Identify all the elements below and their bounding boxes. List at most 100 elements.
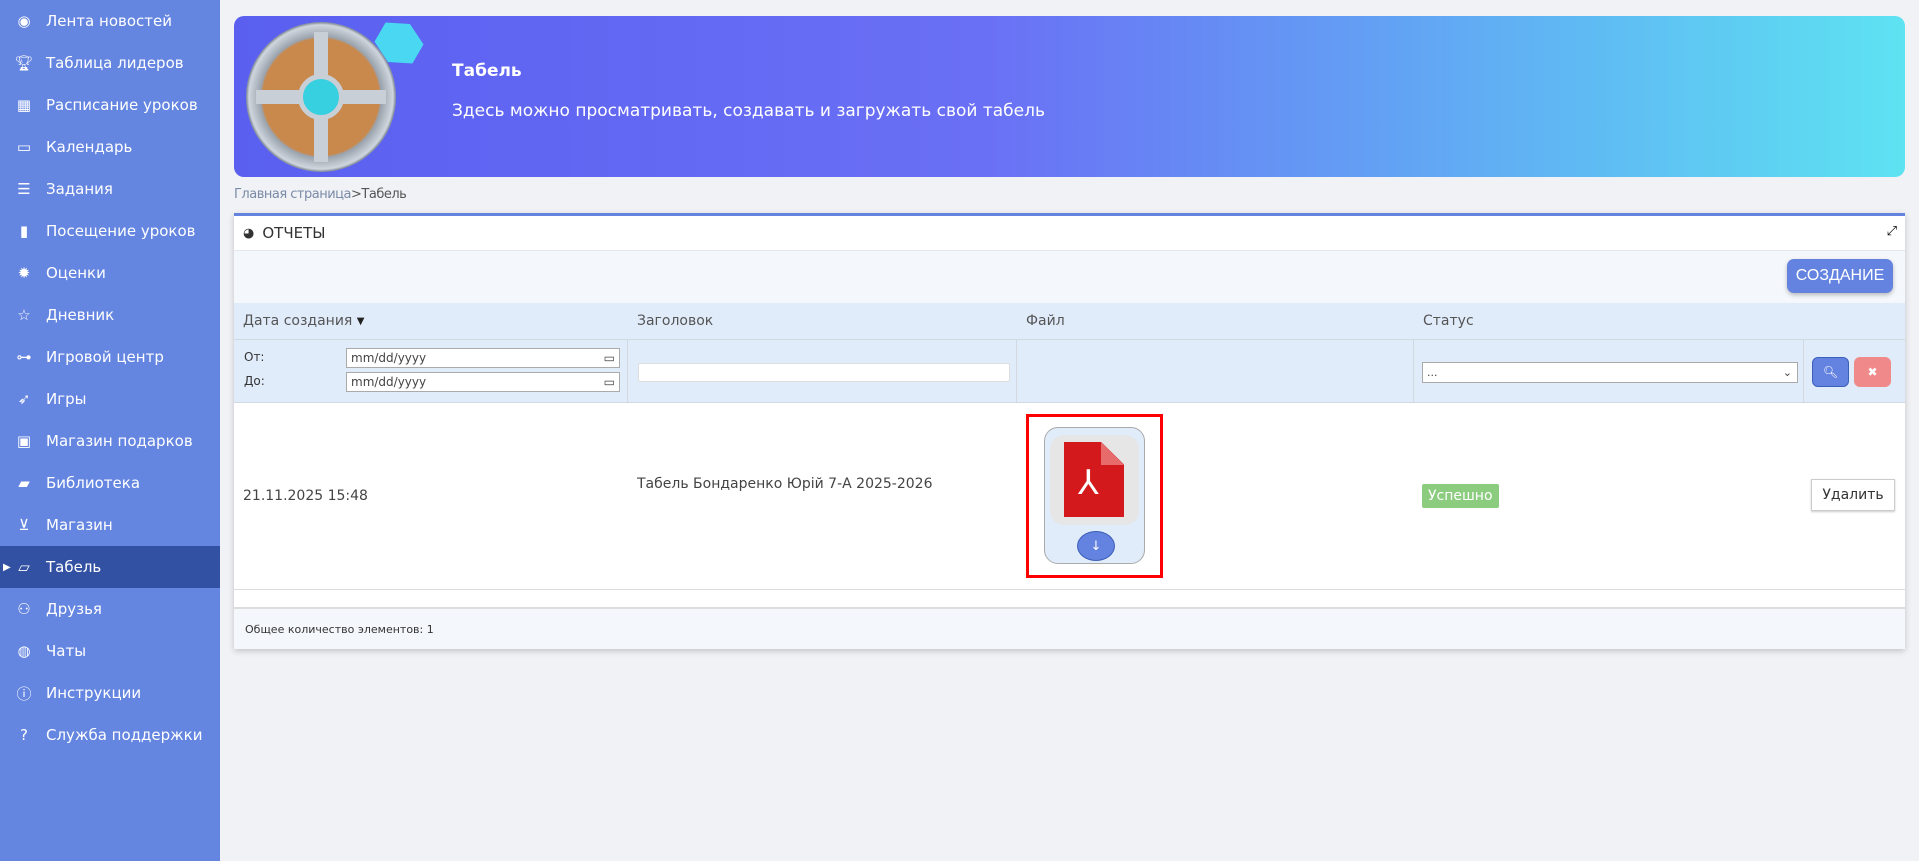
sidebar-item-label: Чаты xyxy=(46,642,86,660)
rocket-icon: ➶ xyxy=(12,390,36,408)
sidebar-item[interactable]: 🏆︎ Таблица лидеров xyxy=(0,42,220,84)
sidebar-item[interactable]: ▮ Посещение уроков xyxy=(0,210,220,252)
download-button[interactable]: ↓ xyxy=(1077,531,1115,561)
users-icon: ⚇ xyxy=(12,600,36,618)
calendar-icon[interactable]: ▭ xyxy=(604,351,615,365)
sidebar-item[interactable]: ◉ Лента новостей xyxy=(0,0,220,42)
panel-title: ОТЧЕТЫ xyxy=(262,224,325,242)
close-icon: ✖ xyxy=(1867,365,1877,379)
row-date: 21.11.2025 15:48 xyxy=(243,403,368,589)
sidebar-item[interactable]: ▰ Библиотека xyxy=(0,462,220,504)
sidebar-item-label: Посещение уроков xyxy=(46,222,196,240)
sidebar-item[interactable]: ⓘ Инструкции xyxy=(0,672,220,714)
calendar-icon: ▭ xyxy=(12,138,36,156)
expand-icon[interactable]: ⤢ xyxy=(1887,224,1897,239)
sidebar-item-label: Дневник xyxy=(46,306,114,324)
banner-subtitle: Здесь можно просматривать, создавать и з… xyxy=(452,101,1045,121)
banner-title: Табель xyxy=(452,61,522,81)
arrow-down-icon: ↓ xyxy=(1091,539,1102,554)
chat-icon: ◍ xyxy=(12,642,36,660)
sidebar: ◉ Лента новостей 🏆︎ Таблица лидеров ▦ Расписа… xyxy=(0,0,220,861)
sidebar-item[interactable]: ☰ Задания xyxy=(0,168,220,210)
breadcrumb: Главная страница>Табель xyxy=(234,187,406,202)
date-to-input[interactable]: mm/dd/yyyy▭ xyxy=(346,372,620,392)
file-icon: ▮ xyxy=(12,222,36,240)
star-icon: ☆ xyxy=(12,306,36,324)
breadcrumb-current: Табель xyxy=(361,187,406,202)
search-button[interactable]: 🔍︎ xyxy=(1812,357,1849,387)
sidebar-item[interactable]: ⊶ Игровой центр xyxy=(0,336,220,378)
sidebar-item-label: Друзья xyxy=(46,600,102,618)
sidebar-item[interactable]: ▦ Расписание уроков xyxy=(0,84,220,126)
status-filter-select[interactable]: ...⌄ xyxy=(1422,362,1798,383)
calendar-grid-icon: ▦ xyxy=(12,96,36,114)
sidebar-item[interactable]: ◍ Чаты xyxy=(0,630,220,672)
date-from-input[interactable]: mm/dd/yyyy▭ xyxy=(346,348,620,368)
sidebar-item[interactable]: ▭ Календарь xyxy=(0,126,220,168)
sidebar-item-label: Таблица лидеров xyxy=(46,54,184,72)
shield-illustration xyxy=(246,22,396,172)
book-icon: ▰ xyxy=(12,474,36,492)
status-badge: Успешно xyxy=(1422,484,1499,508)
info-icon: ⓘ xyxy=(12,683,36,704)
page-banner: Табель Здесь можно просматривать, создав… xyxy=(234,16,1905,177)
sidebar-item[interactable]: ✹ Оценки xyxy=(0,252,220,294)
sidebar-item-label: Оценки xyxy=(46,264,106,282)
trophy-icon: 🏆︎ xyxy=(12,54,36,72)
filter-row: От: mm/dd/yyyy▭ До: mm/dd/yyyy▭ ...⌄ 🔍︎ … xyxy=(234,340,1905,403)
sidebar-item-label: Магазин xyxy=(46,516,113,534)
sidebar-item[interactable]: ⊻ Магазин xyxy=(0,504,220,546)
row-title: Табель Бондаренко Юрій 7-А 2025-2026 xyxy=(637,391,932,577)
title-filter-input[interactable] xyxy=(638,363,1010,382)
sidebar-item-label: Игровой центр xyxy=(46,348,164,366)
table-row: 21.11.2025 15:48 Табель Бондаренко Юрій … xyxy=(234,403,1905,590)
sidebar-item[interactable]: ☆ Дневник xyxy=(0,294,220,336)
reports-panel: ◕ ОТЧЕТЫ ⤢ СОЗДАНИЕ Дата создания ▼ Загол… xyxy=(234,213,1905,649)
chevron-down-icon: ⌄ xyxy=(1783,366,1792,379)
breadcrumb-home-link[interactable]: Главная страница xyxy=(234,187,351,202)
sidebar-item[interactable]: ➶ Игры xyxy=(0,378,220,420)
total-count: Общее количество элементов: 1 xyxy=(234,608,1905,649)
sidebar-item-label: Табель xyxy=(46,558,101,576)
pdf-file-card[interactable]: ⅄ ↓ xyxy=(1044,427,1145,564)
calendar-icon[interactable]: ▭ xyxy=(604,375,615,389)
sidebar-item[interactable]: ▣ Магазин подарков xyxy=(0,420,220,462)
delete-button[interactable]: Удалить xyxy=(1811,479,1895,511)
column-date-sort[interactable]: Дата создания ▼ xyxy=(243,303,365,339)
caret-down-icon: ▼ xyxy=(357,316,365,327)
search-icon: 🔍︎ xyxy=(1823,365,1838,379)
column-file: Файл xyxy=(1026,303,1065,339)
sidebar-item-label: Игры xyxy=(46,390,86,408)
column-title: Заголовок xyxy=(637,303,713,339)
sidebar-item-label: Магазин подарков xyxy=(46,432,193,450)
sidebar-item-label: Инструкции xyxy=(46,684,141,702)
cart-icon: ⊻ xyxy=(12,516,36,534)
folder-open-icon: ▱ xyxy=(12,558,36,576)
caret-right-icon: ▶ xyxy=(3,562,11,573)
sidebar-item-label: Библиотека xyxy=(46,474,140,492)
table-header: Дата создания ▼ Заголовок Файл Статус xyxy=(234,303,1905,340)
question-icon: ? xyxy=(12,726,36,744)
sidebar-item-label: Расписание уроков xyxy=(46,96,198,114)
clear-filter-button[interactable]: ✖ xyxy=(1854,357,1891,387)
sidebar-item-label: Календарь xyxy=(46,138,132,156)
from-label: От: xyxy=(244,350,264,364)
pdf-file-highlight: ⅄ ↓ xyxy=(1026,414,1163,578)
sidebar-item[interactable]: ⚇ Друзья xyxy=(0,588,220,630)
gift-icon: ▣ xyxy=(12,432,36,450)
badge-icon: ✹ xyxy=(12,264,36,282)
sidebar-item-label: Лента новостей xyxy=(46,12,172,30)
pie-chart-icon: ◕ xyxy=(243,226,254,241)
sidebar-item-label: Задания xyxy=(46,180,113,198)
tasks-icon: ☰ xyxy=(12,180,36,198)
rss-icon: ◉ xyxy=(12,12,36,30)
column-status: Статус xyxy=(1423,303,1474,339)
table-spacer xyxy=(234,590,1905,608)
create-button[interactable]: СОЗДАНИЕ xyxy=(1787,259,1893,293)
breadcrumb-separator: > xyxy=(351,187,361,202)
sidebar-item[interactable]: ▶▱ Табель xyxy=(0,546,220,588)
sidebar-item[interactable]: ? Служба поддержки xyxy=(0,714,220,756)
gamepad-icon: ⊶ xyxy=(12,348,36,366)
sidebar-item-label: Служба поддержки xyxy=(46,726,202,744)
to-label: До: xyxy=(244,374,265,388)
